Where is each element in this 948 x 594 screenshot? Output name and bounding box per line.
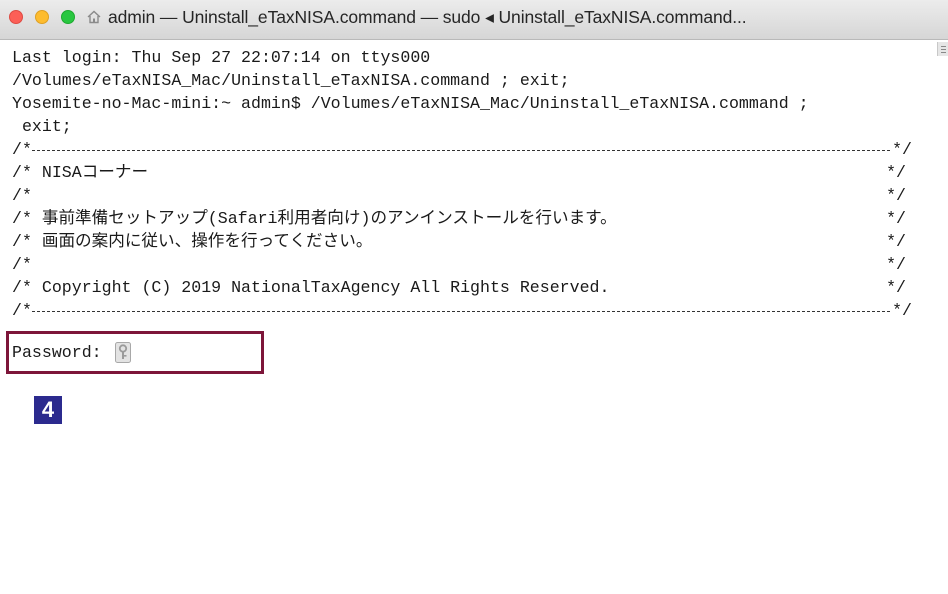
close-button[interactable] — [9, 10, 23, 24]
window-title: admin — Uninstall_eTaxNISA.command — sud… — [108, 7, 747, 27]
home-icon — [87, 10, 101, 24]
banner-row: /* NISAコーナー — [12, 163, 149, 182]
terminal-content[interactable]: Last login: Thu Sep 27 22:07:14 on ttys0… — [0, 41, 936, 594]
banner-row: /* 画面の案内に従い、操作を行ってください。 — [12, 232, 373, 251]
rule-start: /* — [12, 301, 32, 320]
banner-row: /* — [12, 186, 32, 205]
dash-divider — [32, 150, 890, 151]
banner-row-end: */ — [886, 209, 906, 228]
maximize-button[interactable] — [61, 10, 75, 24]
scroll-marker-icon[interactable] — [937, 42, 948, 56]
terminal-window: admin — Uninstall_eTaxNISA.command — sud… — [0, 0, 948, 594]
banner-rule-top: /* */ — [12, 138, 912, 162]
terminal-line: Yosemite-no-Mac-mini:~ admin$ /Volumes/e… — [12, 94, 809, 113]
banner-row: /* 事前準備セットアップ(Safari利用者向け)のアンインストールを行います… — [12, 209, 617, 228]
banner-rule-bottom: /* */ — [12, 299, 912, 323]
rule-start: /* — [12, 140, 32, 159]
banner-row-end: */ — [886, 232, 906, 251]
minimize-button[interactable] — [35, 10, 49, 24]
banner-row: /* Copyright (C) 2019 NationalTaxAgency … — [12, 278, 610, 297]
terminal-line: Last login: Thu Sep 27 22:07:14 on ttys0… — [12, 48, 431, 67]
dash-divider — [32, 311, 890, 312]
rule-end: */ — [892, 301, 912, 320]
banner-row-end: */ — [886, 255, 906, 274]
step-badge: 4 — [34, 396, 62, 424]
rule-end: */ — [892, 140, 912, 159]
terminal-line: exit; — [12, 117, 72, 136]
banner-row: /* — [12, 255, 32, 274]
banner-row-end: */ — [886, 186, 906, 205]
highlight-box — [6, 331, 264, 374]
banner-row-end: */ — [886, 278, 906, 297]
title-bar[interactable]: admin — Uninstall_eTaxNISA.command — sud… — [0, 0, 948, 40]
terminal-line: /Volumes/eTaxNISA_Mac/Uninstall_eTaxNISA… — [12, 71, 570, 90]
banner-row-end: */ — [886, 163, 906, 182]
